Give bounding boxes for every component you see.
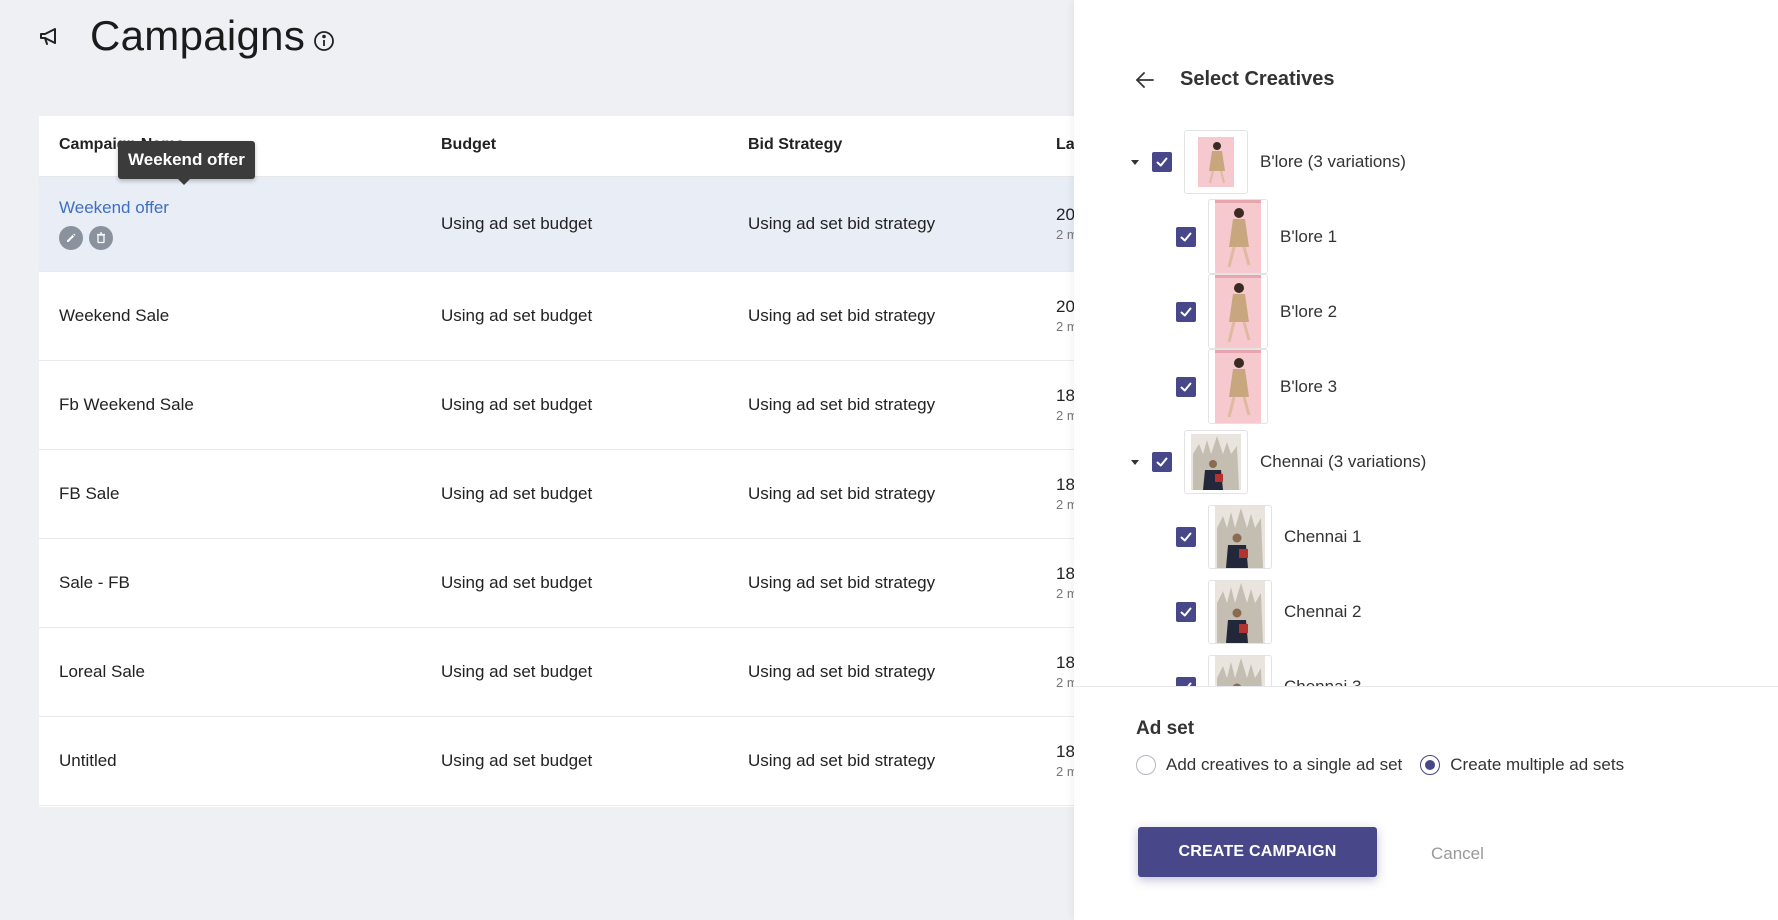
budget-cell: Using ad set budget xyxy=(441,214,593,233)
drawer-title: Select Creatives xyxy=(1180,68,1335,90)
checkmark-icon xyxy=(1180,532,1192,541)
bid-strategy-cell: Using ad set bid strategy xyxy=(748,214,936,233)
checkmark-icon xyxy=(1180,382,1192,391)
edit-button[interactable] xyxy=(59,226,83,250)
campaign-name-cell[interactable]: FB Sale xyxy=(59,484,119,504)
table-row[interactable]: Fb Weekend Sale Using ad set budget Usin… xyxy=(39,361,1079,450)
creative-group-label: Chennai (3 variations) xyxy=(1260,451,1427,471)
checkmark-icon xyxy=(1180,307,1192,316)
creative-group-label: B'lore (3 variations) xyxy=(1260,151,1406,171)
creative-group-blore[interactable]: B'lore (3 variations) xyxy=(1130,124,1406,199)
adset-radio-group: Add creatives to a single ad set Create … xyxy=(1136,755,1642,775)
creative-checkbox[interactable] xyxy=(1176,601,1196,622)
creative-item-label: B'lore 1 xyxy=(1280,226,1338,246)
budget-cell: Using ad set budget xyxy=(441,573,593,592)
bid-strategy-cell: Using ad set bid strategy xyxy=(748,751,936,770)
checkmark-icon xyxy=(1180,232,1192,241)
caret-down-icon[interactable] xyxy=(1130,157,1140,167)
group-checkbox[interactable] xyxy=(1152,451,1172,472)
radio-multiple-adsets[interactable] xyxy=(1420,755,1441,775)
table-row[interactable]: Weekend Sale Using ad set budget Using a… xyxy=(39,272,1079,361)
campaign-name-link[interactable]: Weekend offer xyxy=(59,198,169,218)
creative-thumbnail xyxy=(1208,274,1268,349)
info-icon[interactable] xyxy=(313,30,335,52)
creative-item-blore-1[interactable]: B'lore 1 xyxy=(1176,199,1337,274)
creative-thumbnail xyxy=(1208,654,1272,687)
drawer-divider xyxy=(1074,686,1778,687)
creative-group-chennai[interactable]: Chennai (3 variations) xyxy=(1130,424,1426,499)
creative-item-chennai-1[interactable]: Chennai 1 xyxy=(1176,499,1362,574)
creative-item-label: Chennai 1 xyxy=(1284,526,1362,546)
creative-thumbnail xyxy=(1208,349,1268,424)
creative-checkbox[interactable] xyxy=(1176,376,1196,397)
radio-multiple-adsets-label[interactable]: Create multiple ad sets xyxy=(1450,755,1624,775)
campaign-name-cell: Weekend offer xyxy=(59,198,169,250)
campaign-name-cell[interactable]: Weekend Sale xyxy=(59,306,169,326)
radio-single-adset[interactable] xyxy=(1136,755,1156,775)
checkmark-icon xyxy=(1156,457,1168,466)
campaign-name-cell[interactable]: Loreal Sale xyxy=(59,662,145,682)
caret-down-icon[interactable] xyxy=(1130,457,1140,467)
campaigns-table: Campaign Name Budget Bid Strategy La Wee… xyxy=(39,116,1079,807)
creative-item-label: B'lore 3 xyxy=(1280,376,1338,396)
budget-cell: Using ad set budget xyxy=(441,662,593,681)
creative-thumbnail xyxy=(1184,129,1248,194)
creative-item-blore-3[interactable]: B'lore 3 xyxy=(1176,349,1337,424)
creative-thumbnail xyxy=(1208,579,1272,644)
creative-item-label: Chennai 2 xyxy=(1284,601,1362,621)
drawer-header: Select Creatives xyxy=(1134,68,1335,91)
cancel-button[interactable]: Cancel xyxy=(1431,844,1484,864)
adset-section-title: Ad set xyxy=(1136,718,1195,739)
table-row[interactable]: Untitled Using ad set budget Using ad se… xyxy=(39,717,1079,806)
creative-item-chennai-3[interactable]: Chennai 3 xyxy=(1176,649,1362,687)
select-creatives-drawer: Select Creatives B'lore (3 variations) B… xyxy=(1074,0,1778,920)
bid-strategy-cell: Using ad set bid strategy xyxy=(748,573,936,592)
create-campaign-button[interactable]: CREATE CAMPAIGN xyxy=(1138,827,1377,877)
radio-single-adset-label[interactable]: Add creatives to a single ad set xyxy=(1166,755,1402,775)
budget-cell: Using ad set budget xyxy=(441,751,593,770)
creative-list[interactable]: B'lore (3 variations) B'lore 1 B'lore 2 … xyxy=(1130,120,1750,687)
delete-button[interactable] xyxy=(89,226,113,250)
pencil-icon xyxy=(67,233,76,242)
creative-item-chennai-2[interactable]: Chennai 2 xyxy=(1176,574,1362,649)
creative-thumbnail xyxy=(1184,429,1248,494)
bid-strategy-cell: Using ad set bid strategy xyxy=(748,395,936,414)
row-actions xyxy=(59,226,169,250)
column-header-budget[interactable]: Budget xyxy=(441,136,496,154)
creative-checkbox[interactable] xyxy=(1176,526,1196,547)
budget-cell: Using ad set budget xyxy=(441,484,593,503)
back-arrow-icon[interactable] xyxy=(1134,69,1156,91)
table-row[interactable]: Sale - FB Using ad set budget Using ad s… xyxy=(39,539,1079,628)
page-header: Campaigns xyxy=(38,8,335,64)
budget-cell: Using ad set budget xyxy=(441,306,593,325)
creative-item-label: B'lore 2 xyxy=(1280,301,1338,321)
creative-item-blore-2[interactable]: B'lore 2 xyxy=(1176,274,1337,349)
creative-thumbnail xyxy=(1208,199,1268,274)
creative-checkbox[interactable] xyxy=(1176,301,1196,322)
campaign-name-cell[interactable]: Sale - FB xyxy=(59,573,130,593)
campaign-name-tooltip: Weekend offer xyxy=(118,141,255,185)
trash-icon xyxy=(97,232,105,244)
checkmark-icon xyxy=(1156,157,1168,166)
group-checkbox[interactable] xyxy=(1152,151,1172,172)
table-row[interactable]: FB Sale Using ad set budget Using ad set… xyxy=(39,450,1079,539)
bid-strategy-cell: Using ad set bid strategy xyxy=(748,484,936,503)
creative-thumbnail xyxy=(1208,504,1272,569)
column-header-bid-strategy[interactable]: Bid Strategy xyxy=(748,136,842,154)
bid-strategy-cell: Using ad set bid strategy xyxy=(748,306,936,325)
campaign-name-cell[interactable]: Untitled xyxy=(59,751,117,771)
campaign-name-cell[interactable]: Fb Weekend Sale xyxy=(59,395,194,415)
megaphone-icon xyxy=(38,24,62,48)
creative-checkbox[interactable] xyxy=(1176,226,1196,247)
budget-cell: Using ad set budget xyxy=(441,395,593,414)
checkmark-icon xyxy=(1180,607,1192,616)
table-row[interactable]: Loreal Sale Using ad set budget Using ad… xyxy=(39,628,1079,717)
column-header-last[interactable]: La xyxy=(1056,136,1075,154)
bid-strategy-cell: Using ad set bid strategy xyxy=(748,662,936,681)
table-row[interactable]: Weekend offer Using ad set budget Using … xyxy=(39,177,1079,272)
page-title: Campaigns xyxy=(90,12,306,59)
